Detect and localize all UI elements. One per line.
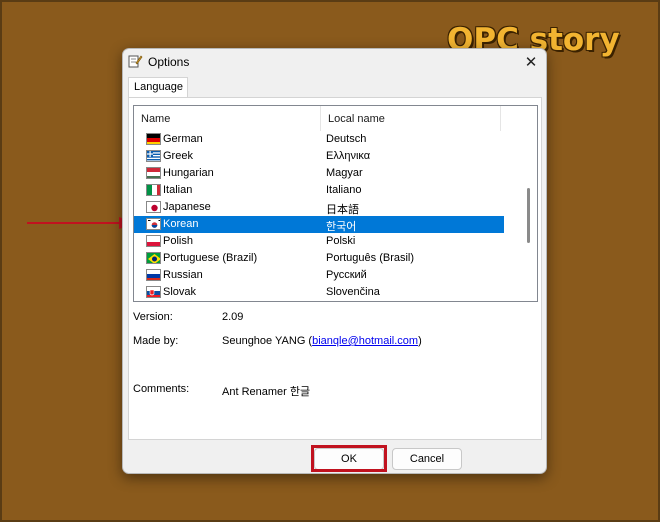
version-label: Version: <box>133 311 173 323</box>
language-name: Italian <box>163 184 193 196</box>
language-name: Greek <box>163 150 193 162</box>
language-name: Polish <box>163 235 193 247</box>
language-name: Japanese <box>163 201 211 213</box>
language-local-name: Deutsch <box>326 133 367 145</box>
author-name: Seunghoe YANG ( <box>222 335 313 347</box>
flag-icon-hu <box>146 167 161 179</box>
list-item[interactable]: Korean 한국어 <box>134 216 504 233</box>
language-local-name: Ελληνικα <box>326 150 371 162</box>
language-list[interactable]: Name Local name German Deutsch Greek Ελληνι… <box>133 105 538 302</box>
flag-icon-jp <box>146 201 161 213</box>
red-arrow-annotation <box>27 217 135 229</box>
flag-icon-pl <box>146 235 161 247</box>
flag-icon-ru <box>146 269 161 281</box>
list-rows: German Deutsch Greek Ελληνικα Hungarian Magya… <box>134 131 504 301</box>
list-item[interactable]: Greek Ελληνικα <box>134 148 504 165</box>
scrollbar-thumb[interactable] <box>527 188 530 243</box>
cancel-button[interactable]: Cancel <box>392 448 462 470</box>
close-icon: ✕ <box>524 54 538 71</box>
language-local-name: Русский <box>326 269 367 281</box>
comments-label: Comments: <box>133 383 190 395</box>
comments-value: Ant Renamer 한글 <box>222 386 311 398</box>
language-local-name: Polski <box>326 235 356 247</box>
list-item[interactable]: German Deutsch <box>134 131 504 148</box>
language-name: Hungarian <box>163 167 214 179</box>
author-close-paren: ) <box>418 335 422 347</box>
flag-icon-de <box>146 133 161 145</box>
version-value: 2.09 <box>222 311 244 323</box>
language-local-name: 日本語 <box>326 204 359 216</box>
list-item[interactable]: Slovak Slovenčina <box>134 284 504 301</box>
tab-language-label: Language <box>134 81 183 93</box>
window-title: Options <box>148 55 190 69</box>
ok-button[interactable]: OK <box>314 448 384 470</box>
flag-icon-it <box>146 184 161 196</box>
made-by-value: Seunghoe YANG (bianqle@hotmail.com) <box>222 335 422 347</box>
language-name: Korean <box>163 218 199 230</box>
author-email-link[interactable]: bianqle@hotmail.com <box>312 335 418 347</box>
list-item[interactable]: Japanese 日本語 <box>134 199 504 216</box>
column-header-local-name[interactable]: Local name <box>321 106 501 131</box>
flag-icon-gr <box>146 150 161 162</box>
flag-icon-sk <box>146 286 161 298</box>
close-button[interactable]: ✕ <box>520 53 542 73</box>
language-name: Portuguese (Brazil) <box>163 252 258 264</box>
language-local-name: Italiano <box>326 184 362 196</box>
list-item[interactable]: Italian Italiano <box>134 182 504 199</box>
language-local-name: Slovenčina <box>326 286 380 298</box>
options-dialog: Options ✕ Language Name Local name Germa… <box>122 48 547 474</box>
list-header: Name Local name <box>134 106 504 131</box>
language-local-name: Português (Brasil) <box>326 252 415 264</box>
flag-icon-br <box>146 252 161 264</box>
title-bar: Options ✕ <box>123 49 546 77</box>
language-name: Russian <box>163 269 203 281</box>
flag-icon-kr <box>146 218 161 230</box>
list-item[interactable]: Russian Русский <box>134 267 504 284</box>
language-name: German <box>163 133 203 145</box>
column-header-name[interactable]: Name <box>134 106 321 131</box>
made-by-label: Made by: <box>133 335 179 347</box>
tab-language[interactable]: Language <box>128 77 188 98</box>
list-item[interactable]: Polish Polski <box>134 233 504 250</box>
options-app-icon <box>128 55 143 68</box>
language-name: Slovak <box>163 286 197 298</box>
list-scrollbar[interactable] <box>520 106 537 301</box>
list-item[interactable]: Portuguese (Brazil) Português (Brasil) <box>134 250 504 267</box>
language-tab-page: Name Local name German Deutsch Greek Ελληνι… <box>128 97 542 440</box>
list-item[interactable]: Hungarian Magyar <box>134 165 504 182</box>
language-local-name: 한국어 <box>326 221 357 233</box>
language-local-name: Magyar <box>326 167 363 179</box>
